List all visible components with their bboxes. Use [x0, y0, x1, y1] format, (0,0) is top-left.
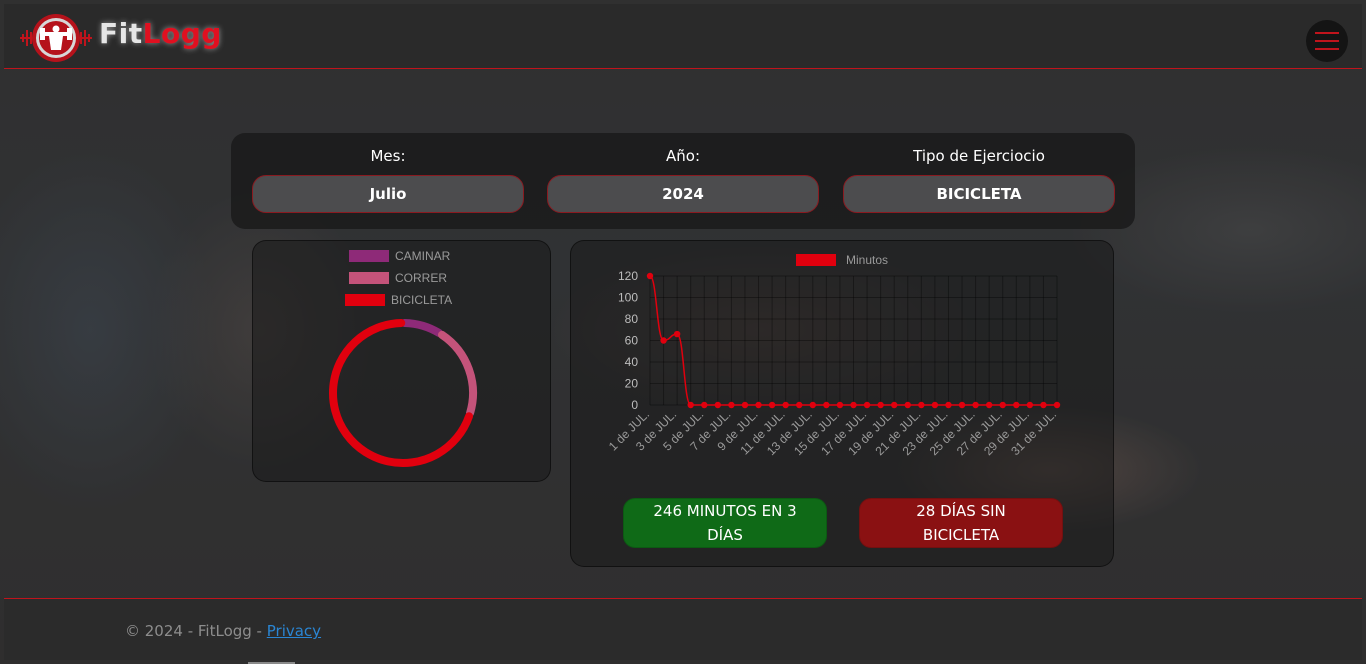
data-point[interactable] — [877, 401, 884, 409]
menu-line — [1315, 32, 1339, 34]
brand-name-part2: Logg — [142, 17, 222, 50]
data-point[interactable] — [701, 401, 708, 409]
line-legend[interactable]: Minutos — [796, 253, 888, 267]
data-point[interactable] — [741, 401, 749, 409]
data-point[interactable] — [931, 401, 939, 409]
exercise-type-select[interactable]: BICICLETA — [843, 175, 1115, 213]
privacy-link[interactable]: Privacy — [267, 622, 321, 640]
data-point[interactable] — [1040, 401, 1047, 409]
y-tick-label: 80 — [625, 312, 639, 326]
data-point[interactable] — [972, 401, 979, 409]
doughnut-slice-caminar[interactable] — [400, 319, 444, 337]
brand-name-part1: Fit — [99, 17, 143, 50]
data-point[interactable] — [918, 401, 925, 409]
y-tick-label: 40 — [625, 355, 639, 369]
y-tick-label: 60 — [625, 334, 639, 348]
exercise-type-label: Tipo de Ejerciocio — [913, 147, 1045, 165]
days-without-badge[interactable]: 28 DÍAS SIN BICICLETA — [859, 498, 1063, 548]
hamburger-icon[interactable] — [1306, 20, 1348, 62]
copyright-text: © 2024 - FitLogg - — [125, 622, 267, 640]
line-chart: Minutos0204060801001201 de JUL.3 de JUL.… — [606, 253, 1061, 458]
doughnut-chart-card: CAMINAR CORRER BICICLETA — [252, 240, 551, 482]
y-tick-label: 100 — [618, 291, 638, 305]
data-point[interactable] — [796, 401, 803, 409]
month-select[interactable]: Julio — [252, 175, 524, 213]
data-point[interactable] — [958, 401, 966, 409]
footer: © 2024 - FitLogg - Privacy — [4, 598, 1362, 660]
y-tick-label: 120 — [618, 269, 638, 283]
year-label: Año: — [666, 147, 700, 165]
legend-swatch — [796, 254, 836, 266]
data-point[interactable] — [945, 401, 952, 409]
year-select[interactable]: 2024 — [547, 175, 819, 213]
data-point[interactable] — [782, 401, 789, 409]
logo-icon[interactable] — [18, 12, 94, 64]
data-point[interactable] — [891, 401, 898, 409]
data-point[interactable] — [823, 401, 830, 409]
data-point[interactable] — [836, 401, 844, 409]
data-point[interactable] — [660, 337, 667, 344]
data-point[interactable] — [755, 401, 762, 409]
data-point[interactable] — [809, 401, 816, 409]
data-point[interactable] — [1053, 401, 1061, 409]
doughnut-slice-correr[interactable] — [437, 330, 477, 417]
doughnut-chart — [329, 319, 477, 467]
data-point[interactable] — [904, 401, 911, 409]
minutes-summary-badge[interactable]: 246 MINUTOS EN 3 DÍAS — [623, 498, 827, 548]
brand-name[interactable]: FitLogg — [99, 17, 222, 50]
month-label: Mes: — [370, 147, 406, 165]
y-tick-label: 20 — [625, 377, 639, 391]
data-point[interactable] — [687, 401, 694, 409]
data-point[interactable] — [863, 401, 871, 409]
data-point[interactable] — [714, 401, 722, 409]
menu-line — [1315, 40, 1339, 42]
navbar: FitLogg — [4, 4, 1362, 69]
y-tick-label: 0 — [631, 398, 638, 412]
data-point[interactable] — [646, 272, 654, 280]
data-point[interactable] — [768, 401, 776, 409]
data-point[interactable] — [673, 330, 681, 338]
filter-panel: Mes: Julio Año: 2024 Tipo de Ejerciocio … — [231, 133, 1135, 229]
menu-line — [1315, 48, 1339, 50]
legend-label: Minutos — [846, 253, 888, 267]
line-chart-card: Minutos 0 20 40 60 80 100 120 1 de JUL. 3 de JUL.… — [570, 240, 1114, 567]
data-point[interactable] — [728, 401, 735, 409]
data-point[interactable] — [1013, 401, 1020, 409]
data-point[interactable] — [1026, 401, 1034, 409]
data-point[interactable] — [999, 401, 1006, 409]
data-point[interactable] — [850, 401, 857, 409]
data-point[interactable] — [985, 401, 993, 409]
footer-copyright: © 2024 - FitLogg - Privacy — [125, 622, 321, 640]
